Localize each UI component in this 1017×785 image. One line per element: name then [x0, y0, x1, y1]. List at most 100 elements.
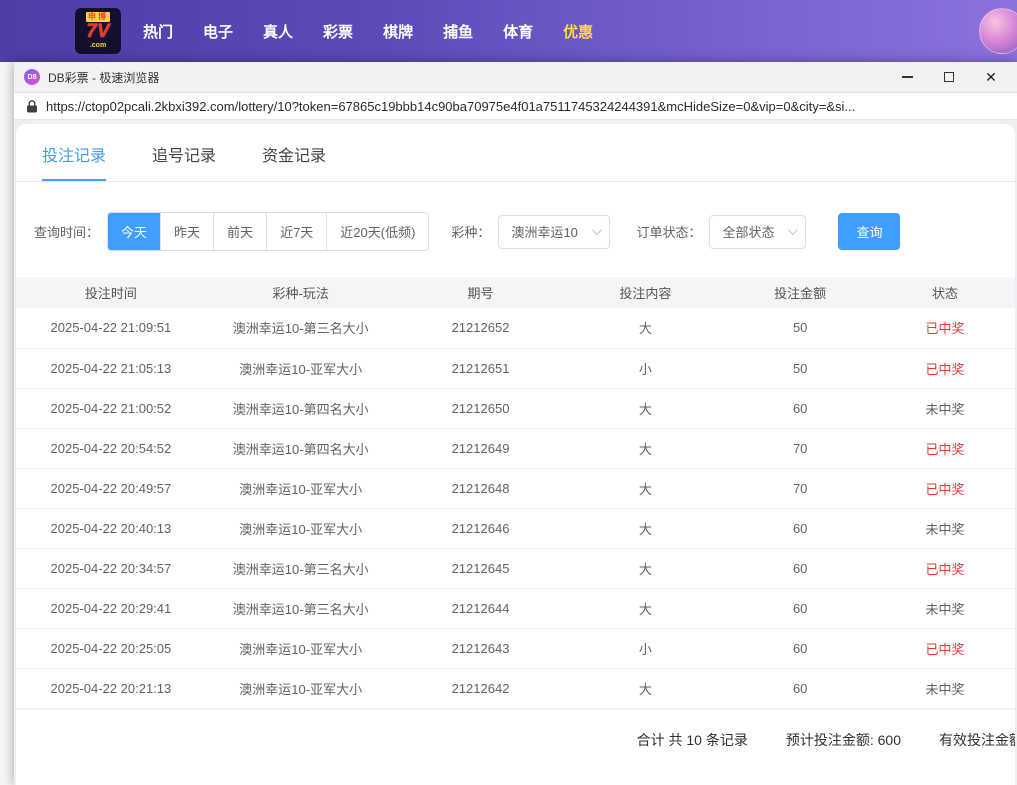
cell-issue: 21212642 [396, 668, 566, 708]
cell-content: 大 [565, 468, 725, 508]
cell-content: 大 [565, 508, 725, 548]
db-lottery-icon: D8 [24, 69, 40, 85]
table-row: 2025-04-22 20:40:13澳洲幸运10-亚军大小21212646大6… [16, 508, 1015, 548]
cell-amount: 60 [725, 588, 875, 628]
brand-logo-text-bot: .com [90, 42, 106, 50]
top-navbar: 申博 7V .com 热门 电子 真人 彩票 棋牌 捕鱼 体育 优惠 [0, 0, 1017, 62]
cell-content: 大 [565, 428, 725, 468]
close-button[interactable]: ✕ [983, 69, 999, 85]
cell-time: 2025-04-22 20:25:05 [16, 628, 206, 668]
lottery-select-value: 澳洲幸运10 [511, 222, 577, 241]
window-controls: ✕ [899, 69, 999, 85]
cell-amount: 50 [725, 348, 875, 388]
url-bar[interactable]: https://ctop02pcali.2kbxi392.com/lottery… [14, 93, 1017, 120]
column-header-2: 彩种-玩法 [206, 277, 396, 308]
cell-amount: 60 [725, 388, 875, 428]
cell-amount: 70 [725, 428, 875, 468]
nav-item-1[interactable]: 热门 [143, 21, 173, 42]
cell-game: 澳洲幸运10-第三名大小 [206, 308, 396, 348]
nav-item-2[interactable]: 电子 [203, 21, 233, 42]
window-titlebar: D8 DB彩票 - 极速浏览器 ✕ [14, 62, 1017, 93]
cell-game: 澳洲幸运10-亚军大小 [206, 628, 396, 668]
tab-3[interactable]: 资金记录 [262, 142, 326, 181]
cell-game: 澳洲幸运10-亚军大小 [206, 468, 396, 508]
column-header-3: 期号 [396, 277, 566, 308]
cell-issue: 21212649 [396, 428, 566, 468]
column-header-1: 投注时间 [16, 277, 206, 308]
cell-game: 澳洲幸运10-亚军大小 [206, 668, 396, 708]
summary-item-1: 合计 共 10 条记录 [637, 730, 748, 750]
cell-status: 已中奖 [875, 548, 1015, 588]
cell-content: 大 [565, 388, 725, 428]
table-row: 2025-04-22 21:09:51澳洲幸运10-第三名大小21212652大… [16, 308, 1015, 348]
brand-logo-text-mid: 7V [86, 22, 109, 42]
chevron-down-icon [592, 225, 602, 235]
cell-time: 2025-04-22 20:40:13 [16, 508, 206, 548]
time-filter-group: 今天昨天前天近7天近20天(低频) [107, 212, 429, 251]
cell-content: 小 [565, 348, 725, 388]
order-status-select[interactable]: 全部状态 [709, 215, 806, 249]
cell-amount: 70 [725, 468, 875, 508]
cell-issue: 21212650 [396, 388, 566, 428]
column-header-6: 状态 [875, 277, 1015, 308]
nav-item-3[interactable]: 真人 [263, 21, 293, 42]
cell-content: 大 [565, 548, 725, 588]
cell-game: 澳洲幸运10-亚军大小 [206, 348, 396, 388]
table-row: 2025-04-22 20:54:52澳洲幸运10-第四名大小21212649大… [16, 428, 1015, 468]
cell-issue: 21212652 [396, 308, 566, 348]
cell-game: 澳洲幸运10-第三名大小 [206, 548, 396, 588]
cell-status: 已中奖 [875, 428, 1015, 468]
cell-time: 2025-04-22 20:49:57 [16, 468, 206, 508]
bet-records-table: 投注时间彩种-玩法期号投注内容投注金额状态 2025-04-22 21:09:5… [16, 277, 1015, 709]
table-row: 2025-04-22 20:49:57澳洲幸运10-亚军大小21212648大7… [16, 468, 1015, 508]
cell-amount: 60 [725, 548, 875, 588]
table-row: 2025-04-22 20:21:13澳洲幸运10-亚军大小21212642大6… [16, 668, 1015, 708]
time-option-1[interactable]: 今天 [108, 213, 160, 250]
lottery-select[interactable]: 澳洲幸运10 [498, 215, 610, 249]
tab-2[interactable]: 追号记录 [152, 142, 216, 181]
cell-amount: 60 [725, 628, 875, 668]
close-icon: ✕ [985, 70, 997, 84]
record-tabs: 投注记录 追号记录 资金记录 [16, 124, 1015, 182]
time-option-3[interactable]: 前天 [213, 213, 266, 250]
window-title: DB彩票 - 极速浏览器 [48, 69, 159, 86]
time-option-5[interactable]: 近20天(低频) [326, 213, 428, 250]
nav-item-4[interactable]: 彩票 [323, 21, 353, 42]
chevron-down-icon [788, 225, 798, 235]
pagination: 上一页 1 下一页 前往 页 [16, 768, 1015, 785]
url-text: https://ctop02pcali.2kbxi392.com/lottery… [46, 99, 855, 114]
nav-item-6[interactable]: 捕鱼 [443, 21, 473, 42]
column-header-4: 投注内容 [565, 277, 725, 308]
query-button[interactable]: 查询 [838, 213, 900, 250]
nav-item-5[interactable]: 棋牌 [383, 21, 413, 42]
cell-time: 2025-04-22 20:34:57 [16, 548, 206, 588]
cell-content: 大 [565, 588, 725, 628]
top-nav-items: 热门 电子 真人 彩票 棋牌 捕鱼 体育 优惠 [143, 21, 593, 42]
page-content: 投注记录 追号记录 资金记录 查询时间： 今天昨天前天近7天近20天(低频) 彩种：… [14, 120, 1017, 785]
column-header-5: 投注金额 [725, 277, 875, 308]
maximize-button[interactable] [941, 69, 957, 85]
tab-1[interactable]: 投注记录 [42, 142, 106, 181]
maximize-icon [944, 72, 954, 82]
cell-issue: 21212645 [396, 548, 566, 588]
nav-item-8[interactable]: 优惠 [563, 21, 593, 42]
browser-window: D8 DB彩票 - 极速浏览器 ✕ https://ctop02pcali.2k… [14, 62, 1017, 785]
table-row: 2025-04-22 21:00:52澳洲幸运10-第四名大小21212650大… [16, 388, 1015, 428]
avatar[interactable] [979, 8, 1017, 54]
summary-item-3: 有效投注金额 [939, 730, 1015, 750]
cell-status: 已中奖 [875, 308, 1015, 348]
cell-content: 大 [565, 308, 725, 348]
cell-game: 澳洲幸运10-亚军大小 [206, 508, 396, 548]
lottery-filter-label: 彩种： [451, 222, 490, 241]
brand-logo[interactable]: 申博 7V .com [75, 8, 121, 54]
cell-amount: 60 [725, 668, 875, 708]
nav-item-7[interactable]: 体育 [503, 21, 533, 42]
order-status-label: 订单状态： [636, 222, 701, 241]
minimize-button[interactable] [899, 69, 915, 85]
time-option-2[interactable]: 昨天 [160, 213, 213, 250]
cell-status: 已中奖 [875, 628, 1015, 668]
time-option-4[interactable]: 近7天 [266, 213, 326, 250]
table-row: 2025-04-22 20:25:05澳洲幸运10-亚军大小21212643小6… [16, 628, 1015, 668]
filter-bar: 查询时间： 今天昨天前天近7天近20天(低频) 彩种： 澳洲幸运10 订单状态：… [16, 182, 1015, 277]
minimize-icon [902, 76, 913, 78]
